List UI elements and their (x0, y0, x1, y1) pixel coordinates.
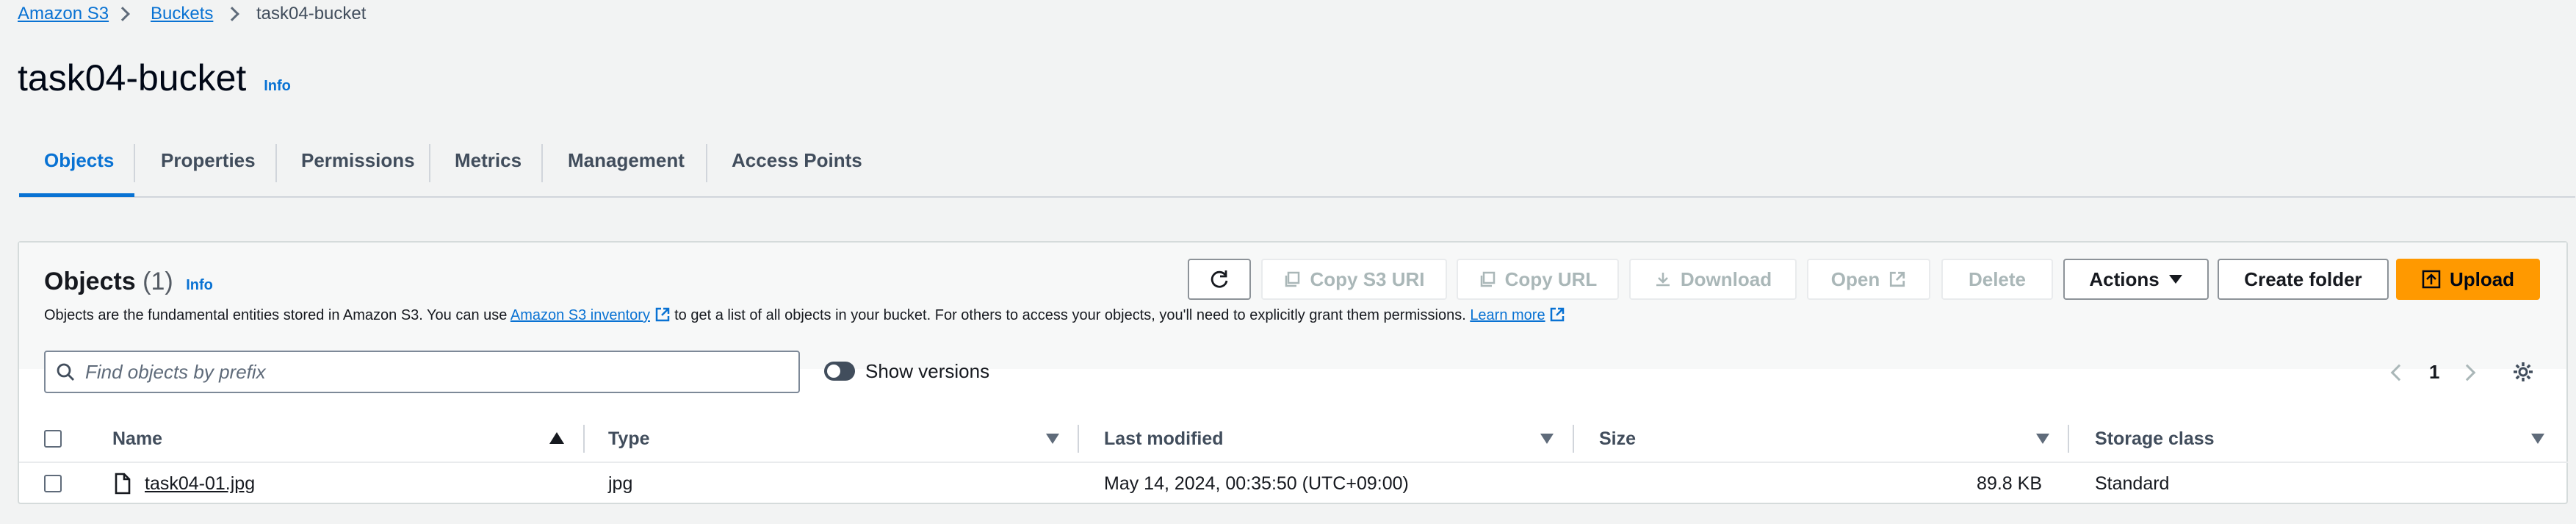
settings-gear-icon[interactable] (2511, 360, 2535, 384)
info-link[interactable]: Info (264, 78, 291, 94)
search-placeholder: Find objects by prefix (85, 360, 266, 383)
page-title: task04-bucket Info (18, 57, 291, 107)
copy-url-button[interactable]: Copy URL (1457, 259, 1619, 300)
download-button[interactable]: Download (1629, 259, 1797, 300)
actions-dropdown-button[interactable]: Actions (2063, 259, 2209, 300)
external-link-icon (1890, 271, 1905, 287)
breadcrumb-buckets[interactable]: Buckets (151, 3, 213, 25)
tab-divider (429, 144, 430, 182)
column-header-type[interactable]: Type (608, 425, 650, 453)
download-label: Download (1680, 268, 1772, 290)
inventory-link[interactable]: Amazon S3 inventory (510, 307, 650, 323)
delete-button[interactable]: Delete (1941, 259, 2053, 300)
actions-label: Actions (2089, 268, 2160, 290)
upload-icon (2422, 270, 2441, 289)
sort-icon[interactable] (2531, 434, 2544, 444)
tab-metrics[interactable]: Metrics (455, 144, 522, 176)
tab-properties[interactable]: Properties (161, 144, 256, 176)
tab-access-points[interactable]: Access Points (732, 144, 862, 176)
tab-divider (541, 144, 543, 182)
tab-divider (275, 144, 277, 182)
search-icon (57, 363, 74, 381)
show-versions-toggle[interactable] (824, 362, 855, 381)
objects-heading-text: Objects (44, 268, 136, 295)
column-divider[interactable] (2068, 425, 2069, 453)
search-input[interactable]: Find objects by prefix (44, 351, 800, 393)
copy-icon (1480, 271, 1495, 287)
upload-label: Upload (2449, 268, 2515, 290)
select-all-checkbox[interactable] (44, 430, 62, 448)
breadcrumb-current: task04-bucket (256, 4, 367, 24)
tab-divider (706, 144, 707, 182)
column-header-name[interactable]: Name (112, 425, 162, 453)
caret-down-icon (2168, 275, 2182, 284)
column-divider[interactable] (1573, 425, 1574, 453)
object-size: 89.8 KB (1977, 473, 2042, 494)
sort-ascending-icon[interactable] (549, 432, 564, 444)
external-link-icon (655, 307, 669, 322)
show-versions-label: Show versions (865, 360, 990, 382)
object-name-link[interactable]: task04-01.jpg (145, 470, 255, 497)
sort-icon[interactable] (2036, 434, 2049, 444)
objects-count: (1) (142, 268, 173, 295)
copy-icon (1285, 271, 1300, 287)
objects-info-link[interactable]: Info (186, 277, 213, 293)
tab-permissions[interactable]: Permissions (301, 144, 415, 176)
tab-objects[interactable]: Objects (44, 144, 114, 176)
external-link-icon (1550, 307, 1565, 322)
column-divider[interactable] (1078, 425, 1079, 453)
column-header-last-modified[interactable]: Last modified (1104, 425, 1224, 453)
learn-more-link[interactable]: Learn more (1470, 307, 1545, 323)
tab-management[interactable]: Management (568, 144, 685, 176)
copy-s3-uri-label: Copy S3 URI (1310, 268, 1425, 290)
toggle-knob (827, 365, 840, 378)
description-text-2: to get a list of all objects in your buc… (674, 307, 1466, 323)
column-divider[interactable] (583, 425, 585, 453)
object-last-modified: May 14, 2024, 00:35:50 (UTC+09:00) (1104, 473, 1409, 494)
column-header-storage-class[interactable]: Storage class (2095, 425, 2215, 453)
sort-icon[interactable] (1046, 434, 1059, 444)
breadcrumb-amazon-s3[interactable]: Amazon S3 (18, 3, 109, 25)
current-page-number[interactable]: 1 (2429, 360, 2439, 384)
s3-bucket-page: Amazon S3 Buckets task04-bucket task04-b… (0, 0, 2576, 524)
copy-s3-uri-button[interactable]: Copy S3 URI (1261, 259, 1447, 300)
open-label: Open (1830, 268, 1880, 290)
bucket-name: task04-bucket (18, 57, 247, 98)
object-storage-class: Standard (2095, 473, 2170, 494)
tab-divider (134, 144, 135, 182)
sort-icon[interactable] (1540, 434, 1554, 444)
tabs-underline (19, 196, 2575, 198)
table-header-divider (19, 462, 2568, 463)
object-type: jpg (608, 473, 633, 494)
row-checkbox[interactable] (44, 475, 62, 492)
refresh-button[interactable] (1188, 259, 1251, 300)
copy-url-label: Copy URL (1504, 268, 1598, 290)
column-header-size[interactable]: Size (1599, 425, 1636, 453)
download-icon (1656, 273, 1670, 287)
objects-heading: Objects (1) Info (44, 267, 213, 300)
active-tab-indicator (19, 193, 134, 197)
upload-button[interactable]: Upload (2396, 259, 2540, 300)
file-icon (115, 473, 131, 495)
create-folder-label: Create folder (2244, 268, 2362, 290)
breadcrumb-separator-icon (115, 7, 130, 21)
objects-description: Objects are the fundamental entities sto… (44, 306, 1565, 325)
delete-label: Delete (1968, 268, 2027, 290)
breadcrumb-separator-icon (225, 7, 239, 21)
description-text: Objects are the fundamental entities sto… (44, 307, 508, 323)
open-button[interactable]: Open (1807, 259, 1930, 300)
create-folder-button[interactable]: Create folder (2218, 259, 2389, 300)
refresh-icon (1211, 270, 1228, 288)
